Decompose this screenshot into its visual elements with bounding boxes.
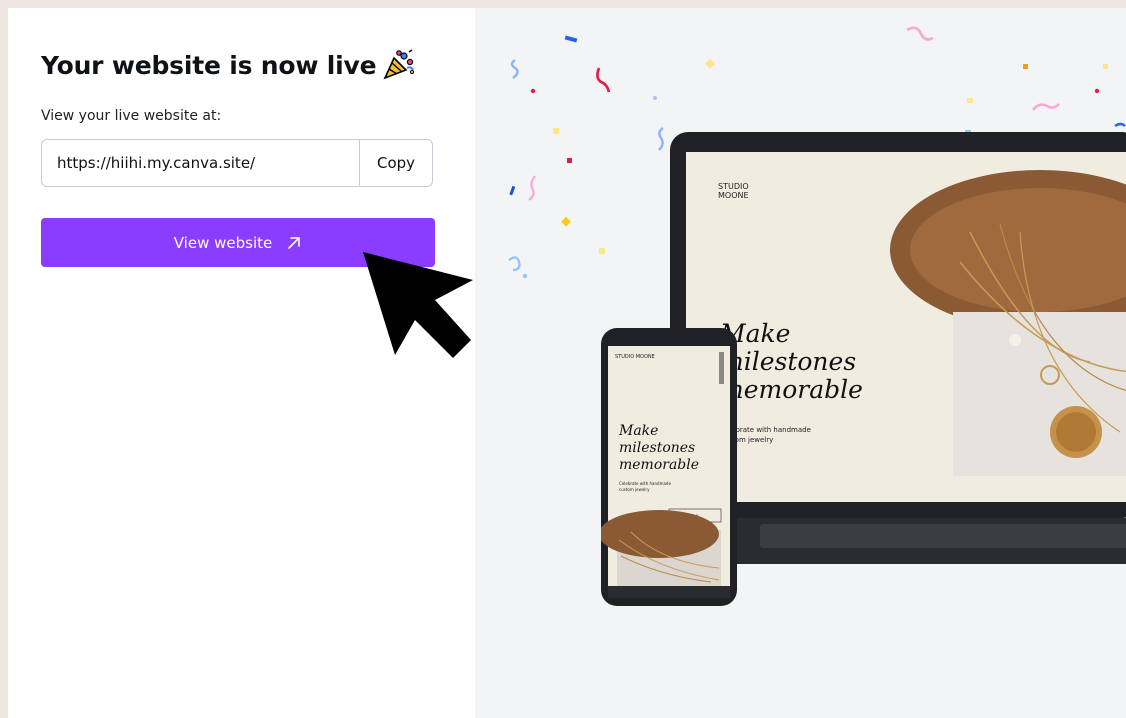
laptop-mockup: STUDIO MOONE Make milestones memorable C…	[670, 132, 1126, 564]
phone-jewelry-photo	[601, 510, 721, 586]
laptop-heading-line2: milestones	[720, 347, 856, 376]
mouse-pointer-icon	[363, 252, 473, 358]
external-arrow-icon	[288, 236, 301, 249]
laptop-brand-line2: MOONE	[718, 191, 749, 200]
page-title-text: Your website is now live	[41, 51, 377, 80]
phone-tagline-line2: custom jewelry	[619, 487, 650, 492]
live-url-field[interactable]: https://hiihi.my.canva.site/ Copy	[41, 139, 433, 187]
phone-heading-line3: memorable	[619, 457, 699, 473]
phone-tagline-line1: Celebrate with handmade	[619, 481, 671, 486]
publish-success-panel: Your website is now live View your live …	[8, 8, 1126, 718]
party-popper-icon	[383, 49, 415, 80]
live-url-label: View your live website at:	[41, 108, 222, 124]
live-url-value[interactable]: https://hiihi.my.canva.site/	[57, 154, 255, 172]
phone-heading-line2: milestones	[619, 440, 695, 456]
phone-brand: STUDIO MOONE	[615, 354, 655, 360]
laptop-brand-line1: STUDIO	[718, 182, 749, 191]
phone-heading-line1: Make	[618, 423, 658, 439]
view-website-label: View website	[173, 233, 273, 252]
phone-mockup: STUDIO MOONE Make milestones memorable C…	[601, 328, 737, 606]
page-title: Your website is now live	[41, 48, 416, 80]
copy-url-button[interactable]: Copy	[359, 140, 432, 186]
laptop-heading-line3: memorable	[720, 375, 863, 404]
